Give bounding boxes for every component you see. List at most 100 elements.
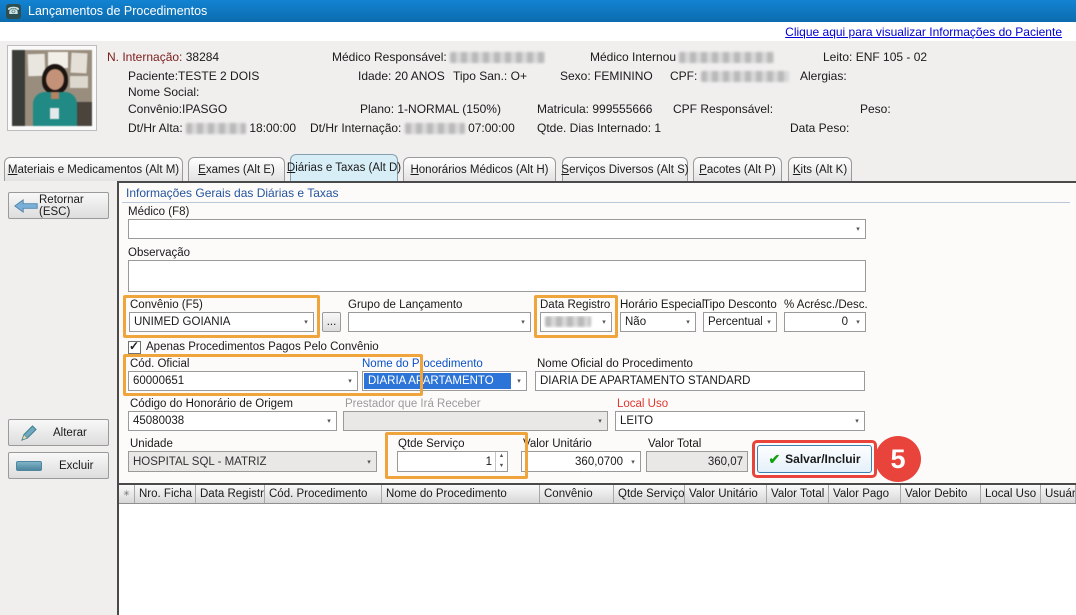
n-internacao: N. Internação: 38284 <box>107 50 219 64</box>
dropdown-icon: ▾ <box>516 313 530 331</box>
dropdown-icon: ▾ <box>762 313 776 331</box>
grid-header: ✳ Nro. Ficha Data Registro Cód. Procedim… <box>119 485 1076 504</box>
salvar-incluir-button[interactable]: ✔ Salvar/Incluir <box>757 445 872 473</box>
sidebar: Retornar (ESC) Alterar Excluir <box>0 183 117 615</box>
check-icon: ✔ <box>768 451 780 468</box>
column-header-valor-unitario[interactable]: Valor Unitário <box>685 485 767 503</box>
nome-social: Nome Social: <box>128 85 199 99</box>
tab-honorarios-medicos[interactable]: Honorários Médicos (Alt H) <box>403 157 556 181</box>
qtde-servico-spinner[interactable]: 1 ▲ ▼ <box>397 451 508 472</box>
valor-unitario-combo[interactable]: 360,0700▾ <box>521 451 641 472</box>
medico-responsavel: Médico Responsável: <box>332 50 545 64</box>
medico-f8-combo[interactable]: ▾ <box>128 219 866 239</box>
tab-kits[interactable]: Kits (Alt K) <box>788 157 852 181</box>
checkbox-check-icon: ✓ <box>129 339 139 353</box>
cod-honorario-combo[interactable]: 45080038▾ <box>128 411 337 431</box>
redacted-value <box>186 123 246 134</box>
browse-button[interactable]: ... <box>322 312 341 332</box>
column-header-valor-total[interactable]: Valor Total <box>767 485 829 503</box>
cod-oficial-combo[interactable]: 60000651▾ <box>128 371 358 391</box>
alergias-label: Alergias: <box>800 69 847 83</box>
column-header-convenio[interactable]: Convênio <box>540 485 614 503</box>
cpf-label: CPF: <box>670 69 697 83</box>
dropdown-icon: ▾ <box>299 313 313 331</box>
plano-label: Plano: <box>360 102 394 116</box>
convenio-f5-combo[interactable]: UNIMED GOIANIA▾ <box>129 312 314 332</box>
redacted-value <box>545 316 591 327</box>
sexo-value: FEMININO <box>594 69 653 83</box>
app-phone-icon: ☎ <box>6 4 21 19</box>
nome-procedimento-combo[interactable]: DIARIA APARTAMENTO▾ <box>362 371 527 391</box>
sexo-label: Sexo: <box>560 69 591 83</box>
excluir-button[interactable]: Excluir <box>8 452 109 479</box>
column-header-valor-debito[interactable]: Valor Debito <box>901 485 981 503</box>
column-header-cod-procedimento[interactable]: Cód. Procedimento <box>265 485 382 503</box>
row-indicator-icon: ✳ <box>119 485 135 503</box>
cod-honorario-label: Código do Honorário de Origem <box>130 398 293 410</box>
column-header-data-registro[interactable]: Data Registro <box>196 485 265 503</box>
tab-exames[interactable]: Exames (Alt E) <box>188 157 285 181</box>
sexo: Sexo: FEMININO <box>560 69 653 83</box>
link-strip: Clique aqui para visualizar Informações … <box>0 22 1076 41</box>
qtde-servico-label: Qtde Serviço <box>398 438 464 450</box>
tipo-desconto-combo[interactable]: Percentual▾ <box>703 312 777 332</box>
horario-especial-combo[interactable]: Não▾ <box>620 312 696 332</box>
medico-f8-label: Médico (F8) <box>128 206 189 218</box>
peso-label: Peso: <box>860 102 891 116</box>
arrow-left-icon <box>13 199 39 213</box>
qtde-dias-internado: Qtde. Dias Internado: 1 <box>537 121 661 135</box>
spin-up-icon[interactable]: ▲ <box>496 452 507 462</box>
column-header-local-uso[interactable]: Local Uso <box>981 485 1041 503</box>
column-header-nome-procedimento[interactable]: Nome do Procedimento <box>382 485 540 503</box>
apenas-pagos-checkbox[interactable]: ✓ <box>128 341 141 354</box>
local-uso-combo[interactable]: LEITO▾ <box>615 411 865 431</box>
column-header-nro-ficha[interactable]: Nro. Ficha <box>135 485 196 503</box>
salvar-incluir-label: Salvar/Incluir <box>785 452 860 466</box>
group-title-rule <box>122 202 1070 203</box>
dropdown-icon: ▾ <box>343 372 357 390</box>
matricula: Matricula: 999555666 <box>537 102 652 116</box>
nome-oficial-input[interactable]: DIARIA DE APARTAMENTO STANDARD <box>535 371 865 391</box>
tab-servicos-diversos[interactable]: Serviços Diversos (Alt S) <box>562 157 688 181</box>
acresc-desc-combo[interactable]: 0▾ <box>784 312 866 332</box>
spin-down-icon[interactable]: ▼ <box>496 462 507 472</box>
column-header-valor-pago[interactable]: Valor Pago <box>829 485 901 503</box>
valor-unitario-label: Valor Unitário <box>523 438 592 450</box>
column-header-qtde-servico[interactable]: Qtde Serviço <box>614 485 685 503</box>
alterar-button[interactable]: Alterar <box>8 419 109 446</box>
valor-total-label: Valor Total <box>648 438 701 450</box>
dropdown-icon: ▾ <box>362 452 376 471</box>
tab-materiais-medicamentos[interactable]: Materiais e Medicamentos (Alt M) <box>4 157 183 181</box>
observacao-input[interactable] <box>128 260 866 292</box>
column-header-usuario[interactable]: Usuário <box>1041 485 1076 503</box>
patient-info-link[interactable]: Clique aqui para visualizar Informações … <box>785 25 1062 39</box>
data-peso-label: Data Peso: <box>790 121 849 135</box>
grupo-lancamento-label: Grupo de Lançamento <box>348 299 462 311</box>
dthr-internacao-label: Dt/Hr Internação: <box>310 121 401 135</box>
dthr-alta: Dt/Hr Alta: 18:00:00 <box>128 121 296 135</box>
dthr-alta-time: 18:00:00 <box>249 121 296 135</box>
nome-social-label: Nome Social: <box>128 85 199 99</box>
tipo-desconto-label: Tipo Desconto <box>703 299 777 311</box>
dropdown-icon: ▾ <box>597 313 611 331</box>
data-peso: Data Peso: <box>790 121 849 135</box>
dropdown-icon: ▾ <box>593 412 607 430</box>
medico-internou-label: Médico Internou <box>590 50 676 64</box>
nome-procedimento-label: Nome do Procedimento <box>362 358 483 370</box>
grid-body[interactable] <box>119 504 1076 615</box>
cpf-responsavel: CPF Responsável: <box>673 102 773 116</box>
data-registro-combo[interactable]: ▾ <box>540 312 612 332</box>
main-panel: Informações Gerais das Diárias e Taxas M… <box>119 183 1076 615</box>
tab-diarias-taxas[interactable]: Diárias e Taxas (Alt D) <box>290 154 398 181</box>
retornar-label: Retornar (ESC) <box>39 194 108 218</box>
matricula-label: Matricula: <box>537 102 589 116</box>
retornar-button[interactable]: Retornar (ESC) <box>8 192 109 219</box>
tab-pacotes[interactable]: Pacotes (Alt P) <box>693 157 782 181</box>
leito-label: Leito: <box>823 50 852 64</box>
medico-internou: Médico Internou <box>590 50 774 64</box>
nome-oficial-label: Nome Oficial do Procedimento <box>537 358 693 370</box>
idade: Idade: 20 ANOS <box>358 69 445 83</box>
observacao-label: Observação <box>128 247 190 259</box>
grupo-lancamento-combo[interactable]: ▾ <box>348 312 531 332</box>
horario-especial-label: Horário Especial <box>620 299 704 311</box>
